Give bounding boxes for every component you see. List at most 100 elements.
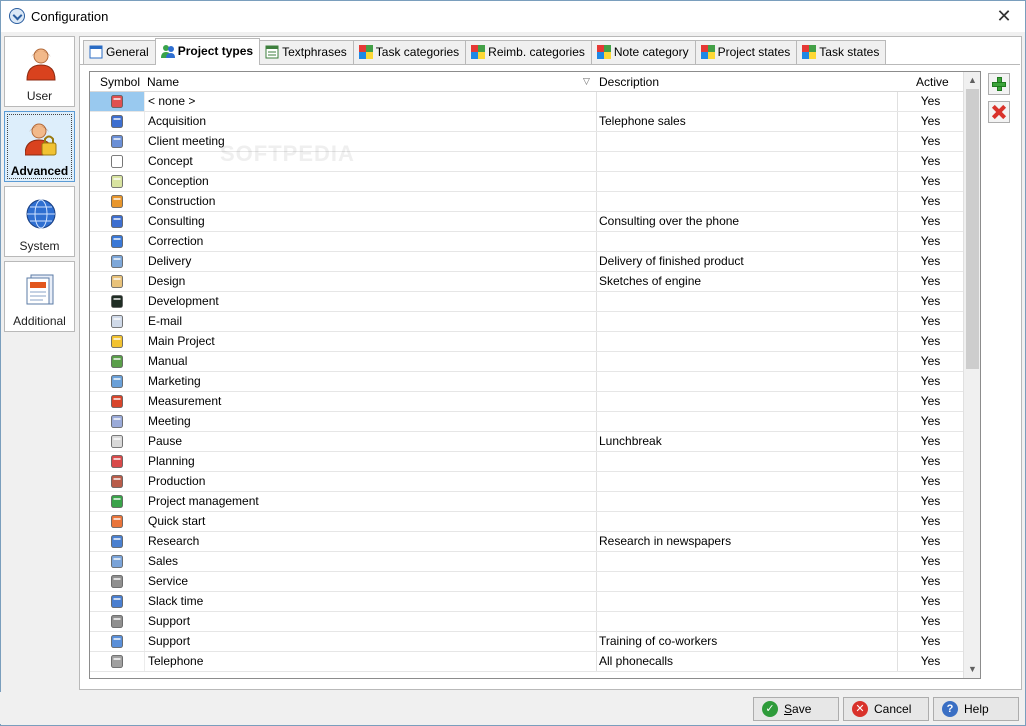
- active-cell[interactable]: Yes: [897, 132, 963, 151]
- table-row[interactable]: Meeting Yes: [90, 412, 963, 432]
- description-cell[interactable]: Lunchbreak: [596, 432, 897, 451]
- description-cell[interactable]: Training of co-workers: [596, 632, 897, 651]
- description-cell[interactable]: [596, 332, 897, 351]
- help-button[interactable]: ? Help: [933, 697, 1019, 721]
- active-cell[interactable]: Yes: [897, 272, 963, 291]
- symbol-cell[interactable]: [90, 112, 144, 131]
- name-cell[interactable]: Slack time: [144, 592, 596, 611]
- symbol-cell[interactable]: [90, 272, 144, 291]
- table-row[interactable]: Main Project Yes: [90, 332, 963, 352]
- description-cell[interactable]: Sketches of engine: [596, 272, 897, 291]
- column-header-symbol[interactable]: Symbol: [98, 72, 140, 92]
- table-row[interactable]: Pause Lunchbreak Yes: [90, 432, 963, 452]
- name-cell[interactable]: Measurement: [144, 392, 596, 411]
- description-cell[interactable]: [596, 152, 897, 171]
- name-cell[interactable]: Support: [144, 612, 596, 631]
- table-row[interactable]: Service Yes: [90, 572, 963, 592]
- tab-note-category[interactable]: Note category: [590, 40, 696, 64]
- symbol-cell[interactable]: [90, 652, 144, 671]
- symbol-cell[interactable]: [90, 412, 144, 431]
- vertical-scrollbar[interactable]: ▲ ▼: [963, 72, 980, 678]
- tab-task-states[interactable]: Task states: [796, 40, 887, 64]
- name-cell[interactable]: Consulting: [144, 212, 596, 231]
- name-cell[interactable]: Pause: [144, 432, 596, 451]
- description-cell[interactable]: Consulting over the phone: [596, 212, 897, 231]
- active-cell[interactable]: Yes: [897, 212, 963, 231]
- table-row[interactable]: Support Training of co-workers Yes: [90, 632, 963, 652]
- active-cell[interactable]: Yes: [897, 312, 963, 331]
- name-cell[interactable]: Development: [144, 292, 596, 311]
- table-row[interactable]: Quick start Yes: [90, 512, 963, 532]
- sidebar-item-system[interactable]: System: [4, 186, 75, 257]
- name-cell[interactable]: < none >: [144, 92, 596, 111]
- description-cell[interactable]: [596, 472, 897, 491]
- description-cell[interactable]: [596, 552, 897, 571]
- name-cell[interactable]: Acquisition: [144, 112, 596, 131]
- symbol-cell[interactable]: [90, 572, 144, 591]
- symbol-cell[interactable]: [90, 492, 144, 511]
- active-cell[interactable]: Yes: [897, 572, 963, 591]
- name-cell[interactable]: Manual: [144, 352, 596, 371]
- table-row[interactable]: Production Yes: [90, 472, 963, 492]
- description-cell[interactable]: [596, 512, 897, 531]
- description-cell[interactable]: [596, 452, 897, 471]
- symbol-cell[interactable]: [90, 172, 144, 191]
- description-cell[interactable]: Research in newspapers: [596, 532, 897, 551]
- active-cell[interactable]: Yes: [897, 92, 963, 111]
- active-cell[interactable]: Yes: [897, 592, 963, 611]
- active-cell[interactable]: Yes: [897, 652, 963, 671]
- delete-button[interactable]: [988, 101, 1010, 123]
- symbol-cell[interactable]: [90, 512, 144, 531]
- symbol-cell[interactable]: [90, 292, 144, 311]
- symbol-cell[interactable]: [90, 592, 144, 611]
- description-cell[interactable]: [596, 132, 897, 151]
- table-row[interactable]: < none > Yes: [90, 92, 963, 112]
- symbol-cell[interactable]: [90, 612, 144, 631]
- description-cell[interactable]: [596, 592, 897, 611]
- table-row[interactable]: Measurement Yes: [90, 392, 963, 412]
- active-cell[interactable]: Yes: [897, 392, 963, 411]
- symbol-cell[interactable]: [90, 372, 144, 391]
- table-row[interactable]: Planning Yes: [90, 452, 963, 472]
- active-cell[interactable]: Yes: [897, 292, 963, 311]
- description-cell[interactable]: [596, 572, 897, 591]
- name-cell[interactable]: Service: [144, 572, 596, 591]
- symbol-cell[interactable]: [90, 132, 144, 151]
- symbol-cell[interactable]: [90, 192, 144, 211]
- column-header-description[interactable]: Description: [597, 72, 659, 92]
- name-cell[interactable]: Production: [144, 472, 596, 491]
- active-cell[interactable]: Yes: [897, 632, 963, 651]
- sidebar-item-additional[interactable]: Additional: [4, 261, 75, 332]
- table-row[interactable]: Slack time Yes: [90, 592, 963, 612]
- active-cell[interactable]: Yes: [897, 492, 963, 511]
- symbol-cell[interactable]: [90, 332, 144, 351]
- description-cell[interactable]: [596, 352, 897, 371]
- active-cell[interactable]: Yes: [897, 552, 963, 571]
- active-cell[interactable]: Yes: [897, 472, 963, 491]
- column-header-active[interactable]: Active: [914, 72, 949, 92]
- symbol-cell[interactable]: [90, 312, 144, 331]
- scroll-down-icon[interactable]: ▼: [964, 661, 980, 678]
- table-row[interactable]: E-mail Yes: [90, 312, 963, 332]
- symbol-cell[interactable]: [90, 212, 144, 231]
- table-row[interactable]: Telephone All phonecalls Yes: [90, 652, 963, 672]
- name-cell[interactable]: Support: [144, 632, 596, 651]
- symbol-cell[interactable]: [90, 152, 144, 171]
- table-row[interactable]: Construction Yes: [90, 192, 963, 212]
- description-cell[interactable]: All phonecalls: [596, 652, 897, 671]
- active-cell[interactable]: Yes: [897, 412, 963, 431]
- name-cell[interactable]: Construction: [144, 192, 596, 211]
- table-row[interactable]: Acquisition Telephone sales Yes: [90, 112, 963, 132]
- sidebar-item-advanced[interactable]: Advanced: [4, 111, 75, 182]
- table-row[interactable]: Support Yes: [90, 612, 963, 632]
- tab-project-types[interactable]: Project types: [154, 38, 261, 65]
- symbol-cell[interactable]: [90, 532, 144, 551]
- active-cell[interactable]: Yes: [897, 432, 963, 451]
- table-row[interactable]: Project management Yes: [90, 492, 963, 512]
- name-cell[interactable]: Project management: [144, 492, 596, 511]
- symbol-cell[interactable]: [90, 552, 144, 571]
- active-cell[interactable]: Yes: [897, 532, 963, 551]
- cancel-button[interactable]: ✕ Cancel: [843, 697, 929, 721]
- active-cell[interactable]: Yes: [897, 332, 963, 351]
- description-cell[interactable]: [596, 232, 897, 251]
